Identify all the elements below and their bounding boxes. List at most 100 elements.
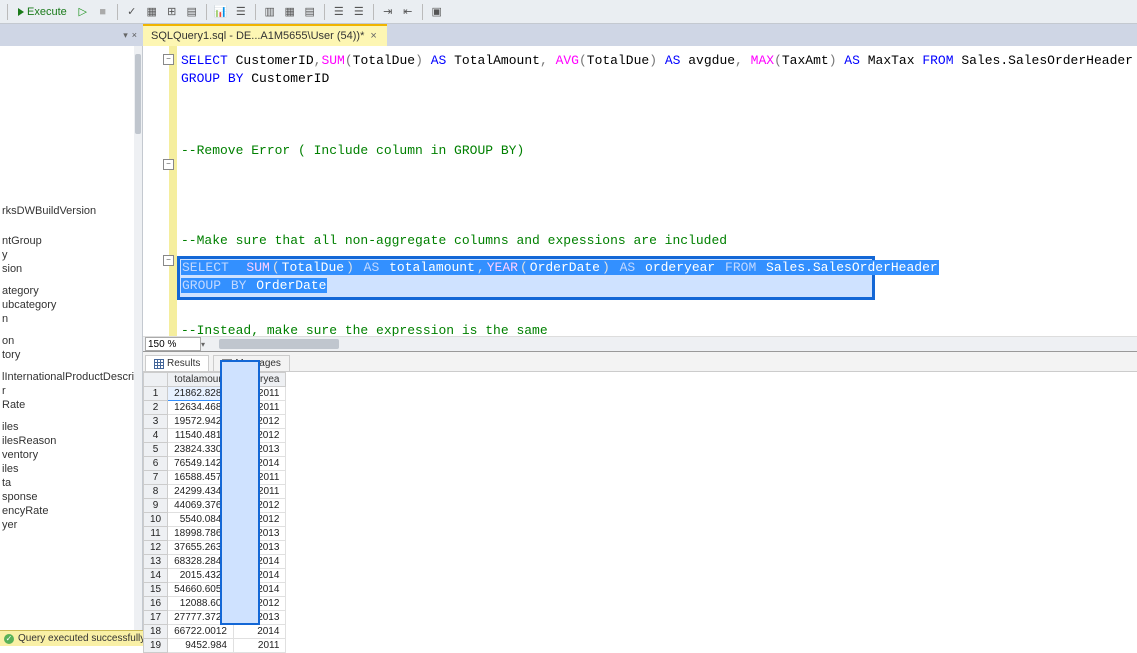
scrollbar-thumb[interactable] [219,339,339,349]
close-tab-icon[interactable]: × [368,30,378,42]
horizontal-scrollbar[interactable] [219,339,1123,349]
table-row[interactable]: 716588.45722011 [144,471,286,485]
document-tab[interactable]: SQLQuery1.sql - DE...A1M5655\User (54))*… [143,24,387,46]
tree-item[interactable]: sponse [0,490,142,504]
table-row[interactable]: 212634.46882011 [144,401,286,415]
row-number[interactable]: 6 [144,457,168,471]
row-number[interactable]: 14 [144,569,168,583]
uncomment-icon[interactable]: ☰ [350,3,368,21]
row-number[interactable]: 10 [144,513,168,527]
editor-footer: ▾ [143,336,1137,351]
tree-item[interactable]: ubcategory [0,298,142,312]
tree-item[interactable]: encyRate [0,504,142,518]
outline-collapse-icon[interactable]: − [163,54,174,65]
play-icon [18,8,24,16]
tree-item[interactable]: Rate [0,398,142,412]
tree-item[interactable]: sion [0,262,142,276]
tab-strip: ▾ × SQLQuery1.sql - DE...A1M5655\User (5… [0,24,1137,46]
row-number[interactable]: 1 [144,387,168,401]
outdent-icon[interactable]: ⇤ [399,3,417,21]
row-number[interactable]: 17 [144,611,168,625]
table-row[interactable]: 121862.82842011 [144,387,286,401]
tree-item[interactable] [0,326,142,334]
table-row[interactable]: 411540.48172012 [144,429,286,443]
intellisense-icon[interactable]: ⊞ [163,3,181,21]
sqlcmd-icon[interactable]: ▣ [428,3,446,21]
tree-item[interactable] [0,218,142,226]
zoom-selector[interactable] [145,337,201,351]
tree-item[interactable]: r [0,384,142,398]
row-number[interactable]: 8 [144,485,168,499]
outline-collapse-icon[interactable]: − [163,255,174,266]
results-text-icon[interactable]: ▥ [261,3,279,21]
table-row[interactable]: 142015.43222014 [144,569,286,583]
table-row[interactable]: 1612088.6092012 [144,597,286,611]
row-number[interactable]: 12 [144,541,168,555]
tree-item[interactable]: ventory [0,448,142,462]
stats-icon[interactable]: 📊 [212,3,230,21]
table-row[interactable]: 105540.08422012 [144,513,286,527]
row-number[interactable]: 16 [144,597,168,611]
cell-totalamount[interactable]: 66722.0012 [168,625,234,639]
scrollbar-thumb[interactable] [135,54,141,134]
row-number[interactable]: 2 [144,401,168,415]
table-row[interactable]: 1554660.60542014 [144,583,286,597]
estimated-plan-icon[interactable]: ▦ [143,3,161,21]
stop-button[interactable]: ■ [94,3,112,21]
tree-item[interactable]: tory [0,348,142,362]
table-row[interactable]: 676549.14222014 [144,457,286,471]
row-number[interactable]: 4 [144,429,168,443]
table-row[interactable]: 1368328.28492014 [144,555,286,569]
tree-item[interactable] [0,226,142,234]
table-row[interactable]: 824299.43462011 [144,485,286,499]
table-row[interactable]: 319572.94262012 [144,415,286,429]
indent-icon[interactable]: ⇥ [379,3,397,21]
outline-collapse-icon[interactable]: − [163,159,174,170]
row-number[interactable]: 18 [144,625,168,639]
tree-item[interactable]: yer [0,518,142,532]
row-number[interactable]: 3 [144,415,168,429]
left-scrollbar[interactable] [134,46,142,630]
row-number[interactable]: 5 [144,443,168,457]
tab-results[interactable]: Results [145,355,209,371]
table-row[interactable]: 944069.37662012 [144,499,286,513]
results-file-icon[interactable]: ▤ [301,3,319,21]
results-grid-icon[interactable]: ▦ [281,3,299,21]
row-number[interactable]: 11 [144,527,168,541]
tree-item[interactable]: ilesReason [0,434,142,448]
table-row[interactable]: 1727777.37232013 [144,611,286,625]
left-panel-header: ▾ × [0,24,143,46]
execute-button[interactable]: Execute [13,3,72,21]
row-number[interactable]: 13 [144,555,168,569]
tree-item[interactable]: ntGroup [0,234,142,248]
tree-item[interactable]: rksDWBuildVersion [0,204,142,218]
tree-item[interactable] [0,276,142,284]
cell-orderyear[interactable]: 2014 [233,625,285,639]
tree-item[interactable] [0,412,142,420]
parse-button[interactable]: ✓ [123,3,141,21]
tree-item[interactable] [0,362,142,370]
tree-item[interactable]: y [0,248,142,262]
table-row[interactable]: 523824.33092013 [144,443,286,457]
autohide-icon[interactable]: ▾ [123,30,128,41]
close-panel-icon[interactable]: × [130,30,139,40]
row-number[interactable]: 7 [144,471,168,485]
results-grid[interactable]: totalamount orderyea 121862.828420112126… [143,372,1137,653]
table-row[interactable]: 1118998.78672013 [144,527,286,541]
tree-item[interactable]: on [0,334,142,348]
debug-button[interactable]: ▷ [74,3,92,21]
table-row[interactable]: 1237655.26362013 [144,541,286,555]
tree-item[interactable]: ta [0,476,142,490]
tree-item[interactable]: iles [0,420,142,434]
client-stats-icon[interactable]: ☰ [232,3,250,21]
tree-item[interactable]: ategory [0,284,142,298]
tree-item[interactable]: n [0,312,142,326]
plan-text-icon[interactable]: ▤ [183,3,201,21]
table-row[interactable]: 1866722.00122014 [144,625,286,639]
sql-editor[interactable]: − − − SELECT CustomerID,SUM(TotalDue) AS… [143,46,1137,336]
tree-item[interactable]: iles [0,462,142,476]
comment-icon[interactable]: ☰ [330,3,348,21]
tree-item[interactable]: lInternationalProductDescription [0,370,142,384]
row-number[interactable]: 15 [144,583,168,597]
row-number[interactable]: 9 [144,499,168,513]
